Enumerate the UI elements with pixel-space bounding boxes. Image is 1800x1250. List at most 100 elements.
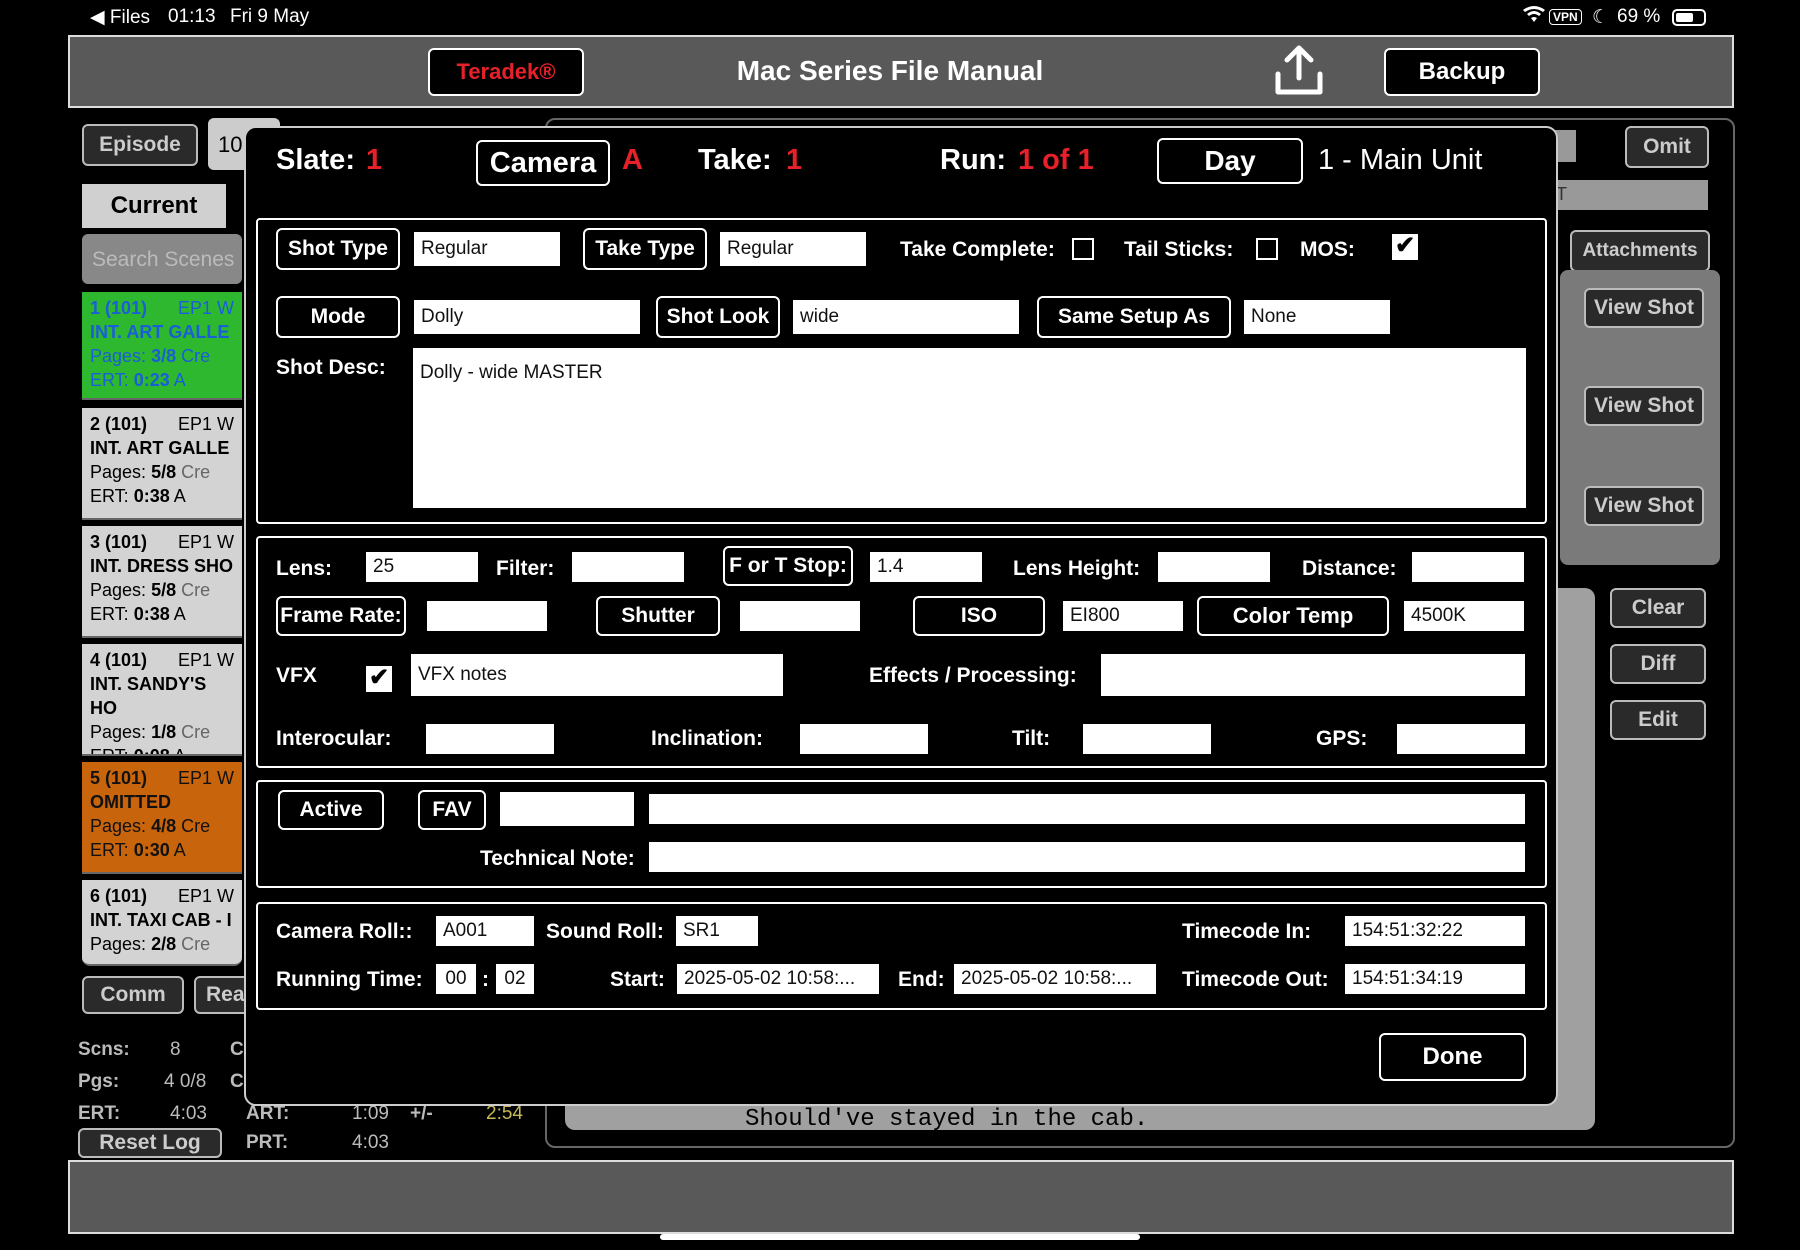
iso-field[interactable]: EI800 <box>1063 601 1183 631</box>
shot-look-button[interactable]: Shot Look <box>656 296 780 338</box>
battery-percent: 69 % <box>1617 6 1661 27</box>
attachments-button[interactable]: Attachments <box>1570 230 1710 272</box>
scene-name: INT. ART GALLE <box>90 322 230 342</box>
shot-look-field[interactable]: wide <box>793 300 1019 334</box>
timecode-out-field[interactable]: 154:51:34:19 <box>1345 964 1525 994</box>
current-tab[interactable]: Current <box>82 184 226 228</box>
view-shot-button[interactable]: View Shot <box>1584 486 1704 526</box>
script-line: Should've stayed in the cab. <box>745 1106 1149 1133</box>
done-button[interactable]: Done <box>1379 1033 1526 1081</box>
distance-field[interactable] <box>1412 552 1524 582</box>
frame-rate-field[interactable] <box>427 601 547 631</box>
interocular-field[interactable] <box>426 724 554 754</box>
iso-button[interactable]: ISO <box>913 596 1045 636</box>
scene-cr: Cre <box>181 816 211 836</box>
take-complete-label: Take Complete: <box>900 238 1055 261</box>
scene-card[interactable]: 1 (101) EP1 W INT. ART GALLE Pages: 3/8 … <box>82 292 242 400</box>
view-shot-button[interactable]: View Shot <box>1584 386 1704 426</box>
scns-c: C <box>230 1039 244 1060</box>
clear-button[interactable]: Clear <box>1610 588 1706 628</box>
take-type-button[interactable]: Take Type <box>583 228 707 270</box>
camera-roll-label: Camera Roll:: <box>276 920 413 943</box>
color-temp-field[interactable]: 4500K <box>1404 601 1524 631</box>
vfx-label: VFX <box>276 664 317 687</box>
shutter-button[interactable]: Shutter <box>596 596 720 636</box>
scns-value: 8 <box>170 1039 181 1060</box>
take-complete-checkbox[interactable] <box>1072 238 1094 260</box>
tail-sticks-label: Tail Sticks: <box>1124 238 1234 261</box>
mode-field[interactable]: Dolly <box>414 300 640 334</box>
comm-button[interactable]: Comm <box>82 976 184 1014</box>
inclination-label: Inclination: <box>651 727 763 750</box>
edit-button[interactable]: Edit <box>1610 700 1706 740</box>
shot-type-button[interactable]: Shot Type <box>276 228 400 270</box>
vfx-notes-field[interactable]: VFX notes <box>411 654 783 696</box>
pages-label: Pages: <box>90 934 147 954</box>
sound-roll-field[interactable]: SR1 <box>676 916 758 946</box>
pages-label: Pages: <box>90 346 147 366</box>
shot-desc-field[interactable]: Dolly - wide MASTER <box>413 348 1526 508</box>
share-icon[interactable] <box>1272 42 1326 98</box>
fav-field[interactable] <box>500 792 634 826</box>
vfx-checkbox-checked[interactable]: ✔ <box>366 666 392 692</box>
fav-button[interactable]: FAV <box>418 790 486 830</box>
diff-button[interactable]: Diff <box>1610 644 1706 684</box>
inclination-field[interactable] <box>800 724 928 754</box>
fstop-field[interactable]: 1.4 <box>870 552 982 582</box>
scene-a: A <box>173 486 186 506</box>
mode-button[interactable]: Mode <box>276 296 400 338</box>
teradek-button[interactable]: Teradek® <box>428 48 584 96</box>
f-or-t-stop-button[interactable]: F or T Stop: <box>723 546 853 586</box>
shot-type-field[interactable]: Regular <box>414 232 560 266</box>
scene-card[interactable]: 5 (101) EP1 W OMITTED Pages: 4/8 Cre ERT… <box>82 762 242 874</box>
take-type-field[interactable]: Regular <box>720 232 866 266</box>
same-setup-as-button[interactable]: Same Setup As <box>1037 296 1231 338</box>
take-value: 1 <box>786 144 803 176</box>
take-label: Take: <box>698 144 772 176</box>
ert-label: ERT: <box>90 746 129 756</box>
scene-card[interactable]: 6 (101) EP1 W INT. TAXI CAB - I Pages: 2… <box>82 880 242 966</box>
search-scenes-input[interactable]: Search Scenes <box>82 234 242 284</box>
scene-name: INT. SANDY'S HO <box>90 674 207 718</box>
back-to-files[interactable]: ◀ Files <box>90 6 150 29</box>
same-setup-field[interactable]: None <box>1244 300 1390 334</box>
backup-button[interactable]: Backup <box>1384 48 1540 96</box>
scene-card[interactable]: 2 (101) EP1 W INT. ART GALLE Pages: 5/8 … <box>82 408 242 520</box>
view-shot-button[interactable]: View Shot <box>1584 288 1704 328</box>
scene-card[interactable]: 3 (101) EP1 W INT. DRESS SHO Pages: 5/8 … <box>82 526 242 638</box>
tail-sticks-checkbox[interactable] <box>1256 238 1278 260</box>
filter-field[interactable] <box>572 552 684 582</box>
timecode-in-field[interactable]: 154:51:32:22 <box>1345 916 1525 946</box>
camera-button[interactable]: Camera <box>476 140 610 186</box>
frame-rate-button[interactable]: Frame Rate: <box>276 596 406 636</box>
scene-a: A <box>173 370 186 390</box>
shutter-field[interactable] <box>740 601 860 631</box>
day-button[interactable]: Day <box>1157 138 1303 184</box>
gps-field[interactable] <box>1397 724 1525 754</box>
omit-button[interactable]: Omit <box>1625 126 1709 168</box>
scene-card[interactable]: 4 (101) EP1 W INT. SANDY'S HO Pages: 1/8… <box>82 644 242 756</box>
active-button[interactable]: Active <box>278 790 384 830</box>
camera-roll-field[interactable]: A001 <box>436 916 534 946</box>
reset-log-button[interactable]: Reset Log <box>78 1128 222 1158</box>
color-temp-button[interactable]: Color Temp <box>1197 596 1389 636</box>
start-field[interactable]: 2025-05-02 10:58:... <box>677 964 879 994</box>
scene-pages: 3/8 <box>151 346 177 366</box>
episode-button[interactable]: Episode <box>82 124 198 166</box>
mos-checkbox-checked[interactable]: ✔ <box>1392 234 1418 260</box>
ert-label: ERT: <box>90 840 129 860</box>
lens-height-field[interactable] <box>1158 552 1270 582</box>
running-time-minutes[interactable]: 00 <box>436 964 476 994</box>
lens-field[interactable]: 25 <box>366 552 478 582</box>
notes-field[interactable] <box>649 794 1525 824</box>
end-field[interactable]: 2025-05-02 10:58:... <box>954 964 1156 994</box>
scene-ert: 0:30 <box>133 840 170 860</box>
running-time-seconds[interactable]: 02 <box>496 964 534 994</box>
scns-label: Scns: <box>78 1039 130 1060</box>
effects-processing-field[interactable] <box>1101 654 1525 696</box>
tilt-field[interactable] <box>1083 724 1211 754</box>
scene-episode: EP1 W <box>177 414 234 434</box>
slate-label: Slate: <box>276 144 355 176</box>
technical-note-field[interactable] <box>649 842 1525 872</box>
scene-name: OMITTED <box>90 792 171 812</box>
